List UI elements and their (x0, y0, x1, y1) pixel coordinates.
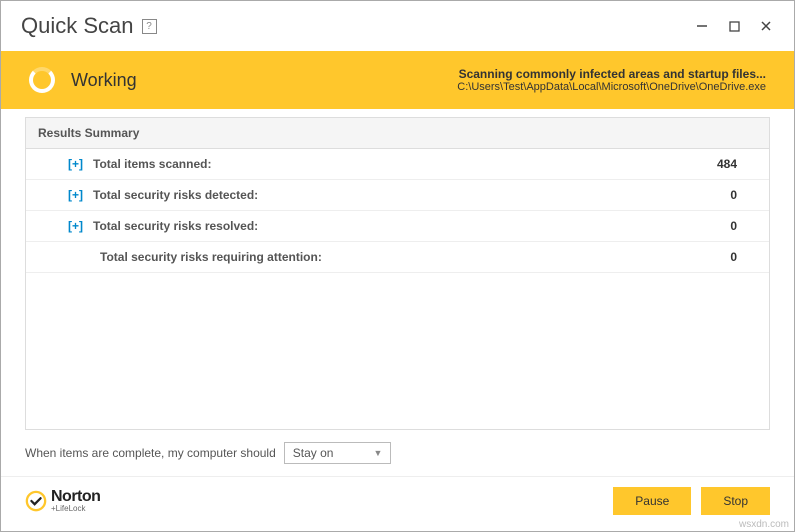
status-bar: Working Scanning commonly infected areas… (1, 51, 794, 109)
checkmark-icon (25, 490, 47, 512)
chevron-down-icon: ▼ (373, 448, 382, 458)
watermark: wsxdn.com (739, 519, 789, 530)
stop-button[interactable]: Stop (701, 487, 770, 515)
result-label: Total items scanned: (93, 157, 717, 171)
expand-icon[interactable]: [+] (68, 188, 83, 202)
result-row-scanned: [+] Total items scanned: 484 (26, 149, 769, 180)
logo-name: Norton (51, 489, 100, 505)
content-area: Results Summary [+] Total items scanned:… (1, 109, 794, 476)
close-icon[interactable] (758, 18, 774, 34)
results-panel: Results Summary [+] Total items scanned:… (25, 117, 770, 430)
result-label: Total security risks resolved: (93, 219, 730, 233)
result-label: Total security risks requiring attention… (100, 250, 730, 264)
result-row-attention: Total security risks requiring attention… (26, 242, 769, 273)
scan-message: Scanning commonly infected areas and sta… (457, 67, 766, 81)
titlebar: Quick Scan ? (1, 1, 794, 51)
pause-button[interactable]: Pause (613, 487, 691, 515)
minimize-icon[interactable] (694, 18, 710, 34)
expand-icon[interactable]: [+] (68, 157, 83, 171)
window-controls (694, 18, 774, 34)
maximize-icon[interactable] (726, 18, 742, 34)
result-value: 0 (730, 219, 757, 233)
scan-path: C:\Users\Test\AppData\Local\Microsoft\On… (457, 81, 766, 93)
status-label: Working (71, 70, 137, 91)
result-row-detected: [+] Total security risks detected: 0 (26, 180, 769, 211)
result-value: 0 (730, 250, 757, 264)
scan-info: Scanning commonly infected areas and sta… (457, 67, 766, 93)
expand-icon[interactable]: [+] (68, 219, 83, 233)
spinner-icon (29, 67, 55, 93)
help-icon[interactable]: ? (142, 19, 157, 34)
result-value: 484 (717, 157, 757, 171)
result-label: Total security risks detected: (93, 188, 730, 202)
results-header: Results Summary (26, 118, 769, 149)
norton-logo: Norton +LifeLock (25, 489, 100, 513)
options-row: When items are complete, my computer sho… (25, 430, 770, 476)
result-value: 0 (730, 188, 757, 202)
footer-buttons: Pause Stop (613, 487, 770, 515)
logo-subtitle: +LifeLock (51, 505, 100, 513)
footer: Norton +LifeLock Pause Stop (1, 476, 794, 531)
dropdown-value: Stay on (293, 446, 334, 460)
window-title: Quick Scan (21, 13, 134, 39)
options-label: When items are complete, my computer sho… (25, 446, 276, 460)
result-row-resolved: [+] Total security risks resolved: 0 (26, 211, 769, 242)
action-dropdown[interactable]: Stay on ▼ (284, 442, 392, 464)
